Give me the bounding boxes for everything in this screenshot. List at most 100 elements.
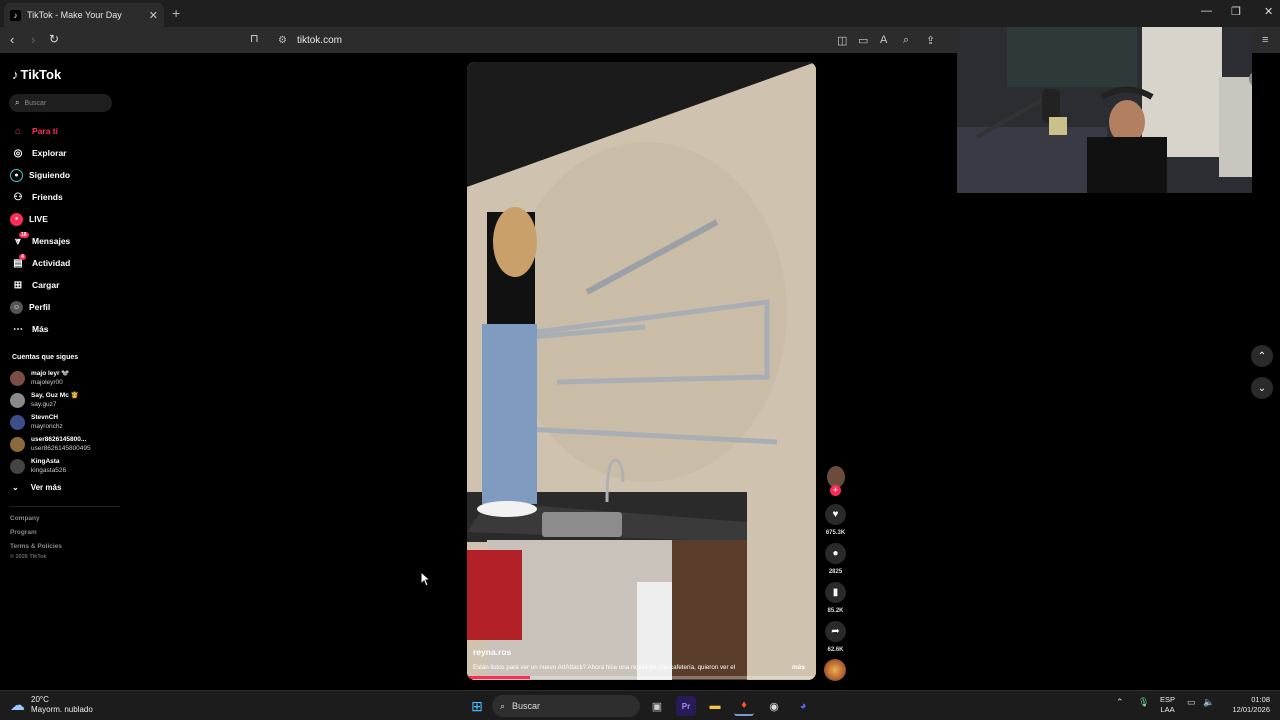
nav-item-live[interactable]: ● LIVE: [10, 208, 120, 230]
browser-tab[interactable]: ♪ TikTok - Make Your Day ✕: [4, 3, 164, 27]
music-disc-icon[interactable]: [824, 659, 846, 681]
followed-account[interactable]: KingAsta kingasta526: [10, 457, 66, 475]
progress-fill: [467, 676, 530, 679]
nav-item-perfil[interactable]: ☺ Perfil: [10, 296, 120, 318]
home-icon: ⌂: [14, 125, 22, 137]
previous-video-button[interactable]: ⌃: [1251, 345, 1273, 367]
nav-item-cargar[interactable]: ⊞ Cargar: [10, 274, 120, 296]
clock-time: 01:08: [1251, 695, 1270, 704]
cast-icon[interactable]: ▭: [858, 34, 868, 47]
mouse-cursor-icon: [420, 571, 432, 587]
friends-icon: ⚇: [13, 191, 23, 203]
bookmark-icon[interactable]: ⊓: [250, 32, 259, 45]
translate-icon[interactable]: A: [880, 34, 887, 46]
account-handle: majoleyr00: [31, 379, 63, 386]
compass-icon: ◎: [13, 147, 23, 159]
maximize-button[interactable]: ❐: [1231, 5, 1241, 18]
minimize-button[interactable]: —: [1201, 5, 1212, 17]
microphone-icon[interactable]: 🎙: [1138, 697, 1149, 708]
nav-item-explorar[interactable]: ◎ Explorar: [10, 142, 120, 164]
search-icon: ⌕: [500, 700, 506, 711]
site-settings-icon[interactable]: ⚙: [278, 35, 287, 46]
volume-icon[interactable]: 🔈: [1203, 697, 1214, 708]
windows-start-icon[interactable]: ⊞: [467, 696, 487, 716]
tiktok-favicon-icon: ♪: [10, 9, 21, 21]
tiktok-logo[interactable]: ♪ TikTok: [12, 67, 61, 82]
steam-icon[interactable]: ◉: [764, 696, 784, 716]
comment-icon: ●: [832, 548, 839, 559]
followed-account[interactable]: user8626145800... user8626145800495: [10, 435, 91, 453]
save-button[interactable]: ▮: [825, 582, 846, 603]
premiere-icon[interactable]: Pr: [676, 696, 696, 716]
heart-icon: ♥: [832, 509, 839, 520]
file-explorer-icon[interactable]: ▬: [705, 696, 725, 716]
back-icon[interactable]: ‹: [10, 32, 14, 47]
nav-item-mensajes[interactable]: ⩔ 16 Mensajes: [10, 230, 120, 252]
weather-desc: Mayorm. nublado: [31, 705, 93, 714]
chevron-up-icon: ⌃: [1257, 350, 1267, 362]
brave-browser-icon[interactable]: ♦: [734, 696, 754, 716]
network-icon[interactable]: ▭: [1187, 697, 1196, 708]
nav-label: Mensajes: [32, 236, 71, 246]
reload-icon[interactable]: ↻: [49, 32, 59, 46]
followed-account[interactable]: majo leyr 🐭 majoleyr00: [10, 369, 69, 387]
lang-layout: LAA: [1160, 705, 1175, 714]
profile-icon: ☺: [10, 300, 23, 314]
like-button[interactable]: ♥: [825, 504, 846, 525]
activity-badge: 4: [19, 254, 26, 260]
weather-temp: 20°C: [31, 695, 49, 704]
followed-account[interactable]: StevnCH mayronchz: [10, 413, 63, 431]
input-language[interactable]: ESP LAA: [1160, 695, 1175, 715]
account-name: KingAsta: [31, 458, 60, 465]
next-video-button[interactable]: ⌄: [1251, 377, 1273, 399]
account-handle: say.guz7: [31, 401, 57, 408]
nav-item-para-ti[interactable]: ⌂ Para ti: [10, 120, 120, 142]
nav-item-siguiendo[interactable]: ● Siguiendo: [10, 164, 120, 186]
close-window-button[interactable]: ✕: [1264, 5, 1273, 18]
upload-icon: ⊞: [13, 279, 23, 291]
comment-button[interactable]: ●: [825, 543, 846, 564]
tray-overflow-icon[interactable]: ⌃: [1116, 697, 1124, 708]
pip-icon[interactable]: ◫: [837, 34, 847, 47]
cloud-icon: ☁: [10, 697, 25, 714]
description-more-button[interactable]: más: [792, 664, 805, 671]
webcam-image: [957, 27, 1252, 193]
task-view-icon[interactable]: ▣: [647, 696, 667, 716]
nav-label: Friends: [32, 192, 63, 202]
comment-count: 2825: [828, 569, 843, 575]
video-username[interactable]: reyna.ros: [473, 647, 511, 657]
forward-icon[interactable]: ›: [31, 32, 35, 47]
tab-close-icon[interactable]: ✕: [149, 9, 158, 22]
webcam-overlay: [957, 27, 1252, 193]
avatar: [10, 458, 25, 474]
footer-company-link[interactable]: Company: [10, 515, 40, 522]
nav-item-friends[interactable]: ⚇ Friends: [10, 186, 120, 208]
footer-terms-link[interactable]: Terms & Policies: [10, 543, 62, 550]
chevron-down-icon: ⌄: [1257, 382, 1267, 394]
account-name: Say, Guz Mc 👸: [31, 392, 79, 399]
system-clock[interactable]: 01:08 12/01/2026: [1224, 695, 1270, 715]
footer-program-link[interactable]: Program: [10, 529, 37, 536]
nav-label: Actividad: [32, 258, 71, 268]
account-name: user8626145800...: [31, 436, 87, 443]
new-tab-button[interactable]: +: [172, 5, 180, 21]
nav-label: Perfil: [29, 302, 51, 312]
weather-widget[interactable]: ☁ 20°C Mayorm. nublado: [10, 695, 93, 715]
brand-name: TikTok: [20, 67, 62, 82]
taskbar-search[interactable]: ⌕ Buscar: [492, 695, 640, 717]
video-progress-bar[interactable]: [467, 676, 816, 679]
share-button[interactable]: ➦: [825, 621, 846, 642]
followed-account[interactable]: Say, Guz Mc 👸 say.guz7: [10, 391, 79, 409]
search-input[interactable]: ⌕ Buscar: [9, 94, 112, 112]
nav-item-mas[interactable]: ⋯ Más: [10, 318, 120, 340]
follow-plus-icon[interactable]: +: [830, 485, 841, 496]
nav-item-actividad[interactable]: ▤ 4 Actividad: [10, 252, 120, 274]
video-player[interactable]: reyna.ros Están listos para ver un nuevo…: [467, 62, 816, 680]
menu-icon[interactable]: ≡: [1262, 34, 1268, 46]
nav-label: Para ti: [32, 126, 58, 136]
share-icon[interactable]: ⇪: [926, 34, 935, 47]
search-placeholder: Buscar: [24, 99, 47, 107]
see-more-button[interactable]: ⌄ Ver más: [12, 483, 61, 492]
discord-icon[interactable]: ◕: [793, 696, 813, 716]
zoom-icon[interactable]: ⌕: [903, 34, 909, 47]
